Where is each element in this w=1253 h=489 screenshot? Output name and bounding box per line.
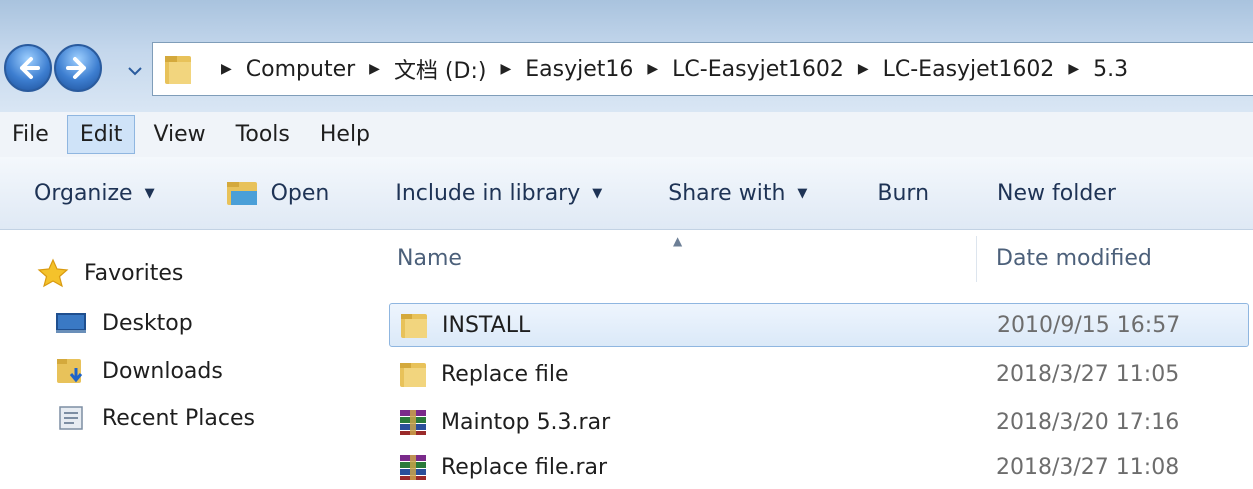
file-row[interactable]: Replace file.rar 2018/3/27 11:08 [389,445,1249,489]
menu-bar: File Edit View Tools Help [0,112,1253,157]
rar-archive-icon [400,455,426,480]
address-bar[interactable]: ▶ Computer ▶ 文档 (D:) ▶ Easyjet16 ▶ LC-Ea… [152,42,1253,96]
burn-label: Burn [877,180,930,206]
open-button[interactable]: Open [225,179,330,207]
forward-arrow-icon [66,57,86,79]
menu-edit[interactable]: Edit [66,115,136,154]
dropdown-caret-icon: ▼ [144,185,155,201]
file-date-modified: 2018/3/27 11:08 [996,454,1180,480]
dropdown-caret-icon: ▼ [797,185,808,201]
menu-help[interactable]: Help [308,116,382,153]
desktop-icon [56,313,86,333]
column-divider[interactable] [976,236,977,282]
file-date-modified: 2010/9/15 16:57 [997,312,1181,338]
nav-desktop-label: Desktop [102,310,193,336]
breadcrumb-lc-easyjet1602[interactable]: LC-Easyjet1602 [672,57,844,82]
breadcrumb-separator: ▶ [1068,61,1080,77]
breadcrumb-drive-d[interactable]: 文档 (D:) [394,53,487,85]
sort-ascending-icon: ▲ [673,234,683,248]
open-folder-icon [226,182,257,205]
include-in-library-button[interactable]: Include in library ▼ [395,181,602,206]
breadcrumb-separator: ▶ [857,61,869,77]
nav-favorites[interactable]: Favorites [36,258,183,288]
command-toolbar: Organize ▼ Open Include in library ▼ Sha… [0,157,1253,230]
breadcrumb-5-3[interactable]: 5.3 [1093,57,1128,82]
chevron-down-icon [128,67,142,76]
folder-icon [165,56,191,84]
recent-pages-dropdown[interactable] [124,60,146,82]
menu-tools[interactable]: Tools [224,116,302,153]
file-row[interactable]: INSTALL 2010/9/15 16:57 [389,303,1249,347]
file-date-modified: 2018/3/20 17:16 [996,409,1180,435]
star-icon [37,258,69,288]
breadcrumb-separator: ▶ [369,61,380,77]
nav-desktop[interactable]: Desktop [54,308,193,338]
burn-button[interactable]: Burn [877,181,929,206]
open-label: Open [270,180,330,206]
file-name: Replace file.rar [441,454,608,480]
file-row[interactable]: Replace file 2018/3/27 11:05 [389,352,1249,396]
file-name: Replace file [441,361,569,387]
nav-recent-places[interactable]: Recent Places [54,403,255,433]
file-name: Maintop 5.3.rar [441,409,611,435]
breadcrumb-computer[interactable]: Computer [246,57,355,82]
share-with-button[interactable]: Share with ▼ [668,181,807,206]
address-bar-area: ▶ Computer ▶ 文档 (D:) ▶ Easyjet16 ▶ LC-Ea… [0,0,1253,112]
breadcrumb-separator: ▶ [221,61,232,77]
file-name: INSTALL [442,312,531,338]
dropdown-caret-icon: ▼ [592,185,603,201]
breadcrumb-lc-easyjet1602-sub[interactable]: LC-Easyjet1602 [883,57,1055,82]
file-date-modified: 2018/3/27 11:05 [996,361,1180,387]
breadcrumb-separator: ▶ [500,61,512,77]
nav-downloads-label: Downloads [102,358,223,384]
share-with-label: Share with [668,180,786,206]
file-row[interactable]: Maintop 5.3.rar 2018/3/20 17:16 [389,400,1249,444]
rar-archive-icon [400,410,426,435]
breadcrumb-separator: ▶ [647,61,659,77]
include-in-library-label: Include in library [395,180,581,206]
breadcrumb-easyjet16[interactable]: Easyjet16 [525,57,633,82]
recent-places-icon [59,406,83,430]
forward-button[interactable] [54,44,102,92]
nav-recent-places-label: Recent Places [102,405,255,431]
menu-file[interactable]: File [0,116,61,153]
new-folder-label: New folder [997,180,1116,206]
downloads-folder-icon [57,359,83,383]
folder-icon [400,363,426,387]
organize-label: Organize [34,180,133,206]
menu-view[interactable]: View [141,116,217,153]
nav-favorites-label: Favorites [84,260,184,286]
nav-downloads[interactable]: Downloads [54,356,223,386]
back-button[interactable] [4,44,52,92]
new-folder-button[interactable]: New folder [997,181,1116,206]
organize-button[interactable]: Organize ▼ [34,181,155,206]
column-header-name[interactable]: Name [397,246,462,271]
file-list-header: Name ▲ Date modified [375,230,1253,296]
folder-icon [401,314,427,338]
back-arrow-icon [20,57,40,79]
column-header-date-modified[interactable]: Date modified [996,246,1152,271]
